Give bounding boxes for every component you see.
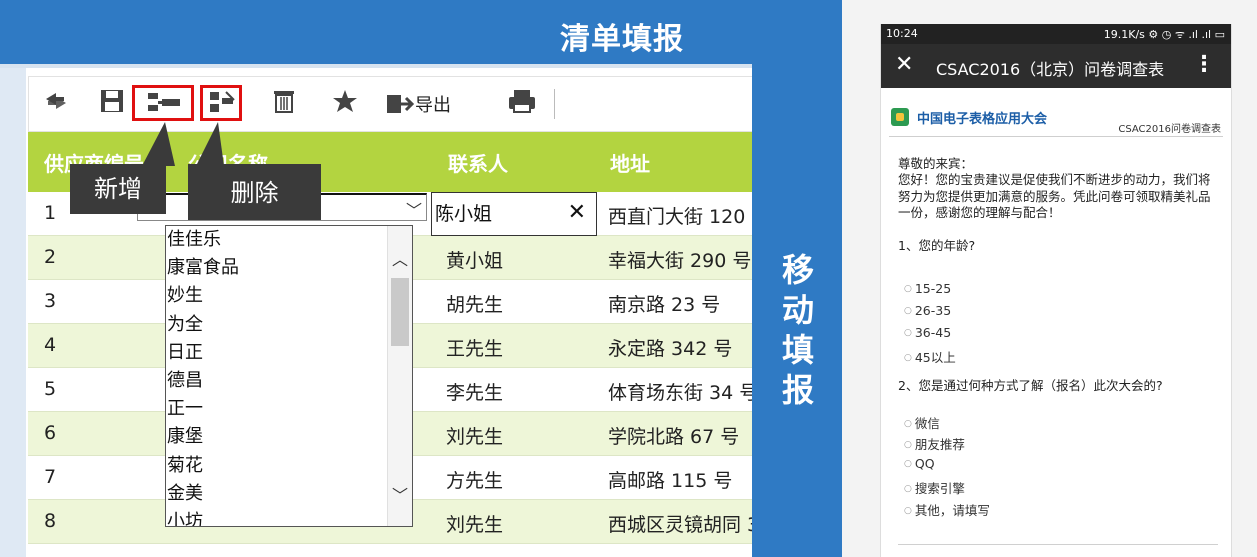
divider-line (898, 544, 1218, 545)
more-menu-icon[interactable]: ⋮ (1193, 52, 1215, 77)
left-frame-top-border (0, 64, 752, 68)
tooltip-add: 新增 (70, 164, 166, 214)
question-2: 2、您是通过何种方式了解（报名）此次大会的? (898, 378, 1163, 393)
cell-contact[interactable]: 李先生 (446, 378, 503, 405)
radio-option[interactable]: 15-25 (904, 281, 951, 296)
dropdown-option[interactable]: 菊花 (166, 452, 412, 480)
intro-text: 您好！您的宝贵建议是促使我们不断进步的动力，我们将努力为您提供更加满意的服务。凭… (898, 172, 1211, 220)
radio-option[interactable]: 26-35 (904, 303, 951, 318)
brand-subtitle: CSAC2016问卷调查表 (1118, 124, 1221, 135)
dropdown-option[interactable]: 德昌 (166, 367, 412, 395)
export-button[interactable]: 导出 (385, 87, 475, 119)
dropdown-option[interactable]: 小坊 (166, 508, 412, 526)
dropdown-option[interactable]: 为全 (166, 311, 412, 339)
status-time: 10:24 (886, 27, 918, 40)
radio-option[interactable]: 微信 (904, 413, 940, 432)
dropdown-option[interactable]: 康堡 (166, 423, 412, 451)
cell-address[interactable]: 西直门大街 120 号 (608, 202, 752, 229)
close-icon[interactable]: ✕ (895, 52, 913, 77)
refresh-icon[interactable] (41, 87, 71, 119)
status-bar: 10:24 19.1K/s ⚙ ◷ ᯤ .ıl .ıl ▭ (881, 24, 1231, 44)
cell-id[interactable]: 5 (44, 378, 56, 400)
header-address[interactable]: 地址 (610, 148, 650, 177)
add-row-button[interactable] (132, 85, 194, 121)
dropdown-option[interactable]: 康富食品 (166, 254, 412, 282)
question-1: 1、您的年龄? (898, 238, 976, 253)
tooltip-delete: 删除 (188, 164, 321, 220)
export-label: 导出 (415, 95, 451, 116)
dropdown-option[interactable]: 金美 (166, 480, 412, 508)
cell-contact[interactable]: 胡先生 (446, 290, 503, 317)
cell-address[interactable]: 南京路 23 号 (608, 290, 720, 317)
mobile-fill-title: 移动填报 (781, 251, 814, 409)
dropdown-option[interactable]: 正一 (166, 395, 412, 423)
delete-row-button[interactable] (200, 85, 242, 121)
status-indicators: 19.1K/s ⚙ ◷ ᯤ .ıl .ıl ▭ (1103, 28, 1225, 41)
radio-option[interactable]: 其他，请填写 (904, 500, 990, 519)
cell-id[interactable]: 2 (44, 246, 56, 268)
radio-option[interactable]: 45以上 (904, 347, 956, 366)
phone-screen: 10:24 19.1K/s ⚙ ◷ ᯤ .ıl .ıl ▭ ✕ CSAC2016… (880, 24, 1232, 557)
cell-contact[interactable]: 刘先生 (446, 422, 503, 449)
trash-icon[interactable] (269, 87, 299, 119)
app-title: CSAC2016（北京）问卷调查表 (936, 60, 1165, 79)
cell-address[interactable]: 学院北路 67 号 (608, 422, 739, 449)
radio-option[interactable]: 36-45 (904, 325, 951, 340)
cell-address[interactable]: 永定路 342 号 (608, 334, 732, 361)
clear-icon[interactable]: ✕ (568, 200, 586, 225)
left-panel-title: 清单填报 (560, 22, 684, 57)
greeting: 尊敬的来宾： (898, 156, 974, 171)
brand-name: 中国电子表格应用大会 (917, 112, 1048, 127)
cell-contact[interactable]: 方先生 (446, 466, 503, 493)
radio-option[interactable]: 朋友推荐 (904, 434, 965, 453)
cell-id[interactable]: 6 (44, 422, 56, 444)
cell-address[interactable]: 体育场东街 34 号 (608, 378, 752, 405)
toolbar-separator (554, 89, 555, 119)
cell-contact[interactable]: 黄小姐 (446, 246, 503, 273)
chevron-up-icon[interactable]: ︿ (392, 246, 408, 270)
brand-header: 中国电子表格应用大会 CSAC2016问卷调查表 (889, 106, 1223, 137)
cell-id[interactable]: 1 (44, 202, 56, 224)
contact-edit-input[interactable]: 陈小姐 ✕ (431, 192, 597, 236)
star-icon[interactable] (329, 87, 361, 119)
dropdown-scrollbar[interactable]: ︿ ﹀ (387, 226, 412, 526)
left-frame-border (0, 64, 26, 557)
brand-logo-icon (891, 108, 909, 126)
scrollbar-thumb[interactable] (391, 278, 409, 346)
cell-address[interactable]: 高邮路 115 号 (608, 466, 732, 493)
chevron-down-icon[interactable]: ﹀ (406, 197, 422, 221)
save-icon[interactable] (97, 87, 127, 119)
header-contact[interactable]: 联系人 (448, 148, 508, 177)
cell-contact[interactable]: 王先生 (446, 334, 503, 361)
dropdown-option[interactable]: 妙生 (166, 282, 412, 310)
cell-id[interactable]: 7 (44, 466, 56, 488)
app-bar: ✕ CSAC2016（北京）问卷调查表 ⋮ (881, 44, 1231, 88)
company-dropdown-list[interactable]: 佳佳乐 康富食品 妙生 为全 日正 德昌 正一 康堡 菊花 金美 小坊 ︿ ﹀ (165, 225, 413, 527)
radio-option[interactable]: 搜索引擎 (904, 478, 965, 497)
cell-contact[interactable]: 刘先生 (446, 510, 503, 537)
print-icon[interactable] (505, 87, 539, 119)
cell-address[interactable]: 西城区灵镜胡同 3 (608, 510, 752, 537)
cell-id[interactable]: 3 (44, 290, 56, 312)
dropdown-option[interactable]: 佳佳乐 (166, 226, 412, 254)
dropdown-option[interactable]: 日正 (166, 339, 412, 367)
cell-id[interactable]: 4 (44, 334, 56, 356)
cell-address[interactable]: 幸福大街 290 号 (608, 246, 751, 273)
contact-edit-value[interactable]: 陈小姐 (435, 199, 492, 226)
cell-id[interactable]: 8 (44, 510, 56, 532)
chevron-down-icon[interactable]: ﹀ (392, 482, 408, 506)
radio-option[interactable]: QQ (904, 456, 935, 471)
